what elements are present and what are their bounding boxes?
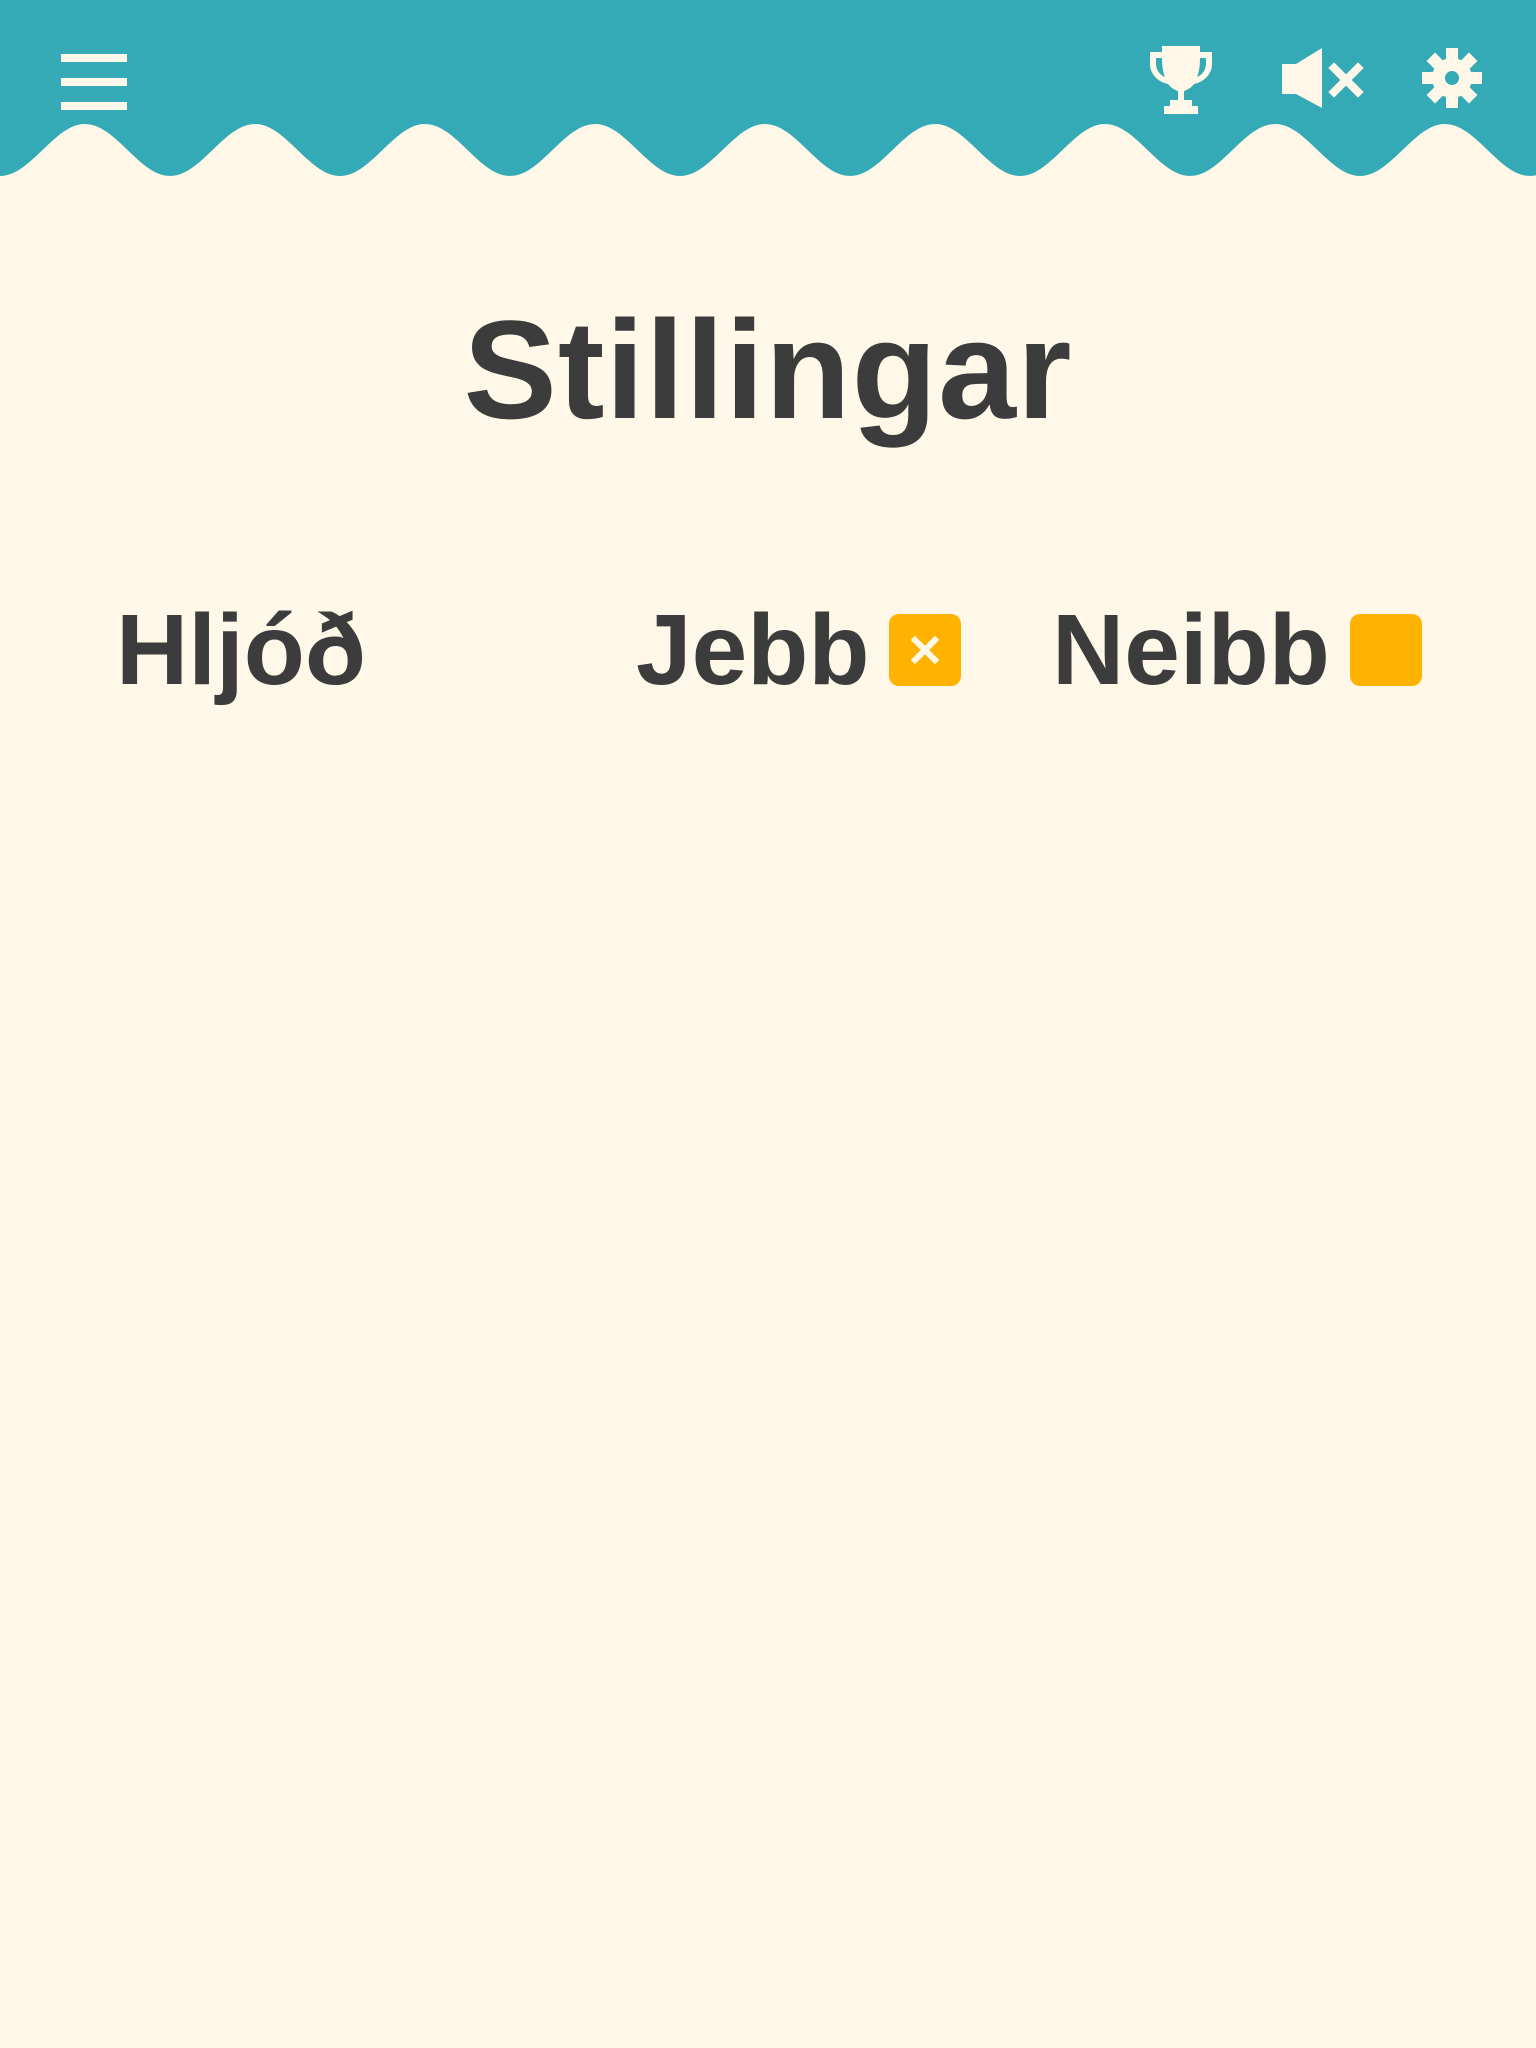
sound-setting-label: Hljóð xyxy=(116,594,366,706)
page-title: Stillingar xyxy=(463,291,1073,448)
sound-on-checkbox[interactable] xyxy=(889,614,962,686)
sound-off-label: Neibb xyxy=(1052,594,1330,706)
trophy-icon[interactable] xyxy=(1146,44,1216,118)
sound-off-checkbox[interactable] xyxy=(1349,614,1422,686)
sound-on-option[interactable]: Jebb xyxy=(636,590,962,710)
hamburger-menu-icon[interactable] xyxy=(56,48,132,116)
checked-x-icon xyxy=(911,635,940,665)
gear-icon[interactable] xyxy=(1420,46,1484,110)
settings-screen: Stillingar Hljóð Jebb Neibb xyxy=(0,0,1536,2048)
top-bar xyxy=(0,0,1536,176)
sound-off-option[interactable]: Neibb xyxy=(1052,590,1422,710)
sound-on-label: Jebb xyxy=(636,594,870,706)
sound-muted-icon[interactable] xyxy=(1280,46,1370,110)
sound-setting-row: Hljóð Jebb Neibb xyxy=(0,590,1536,710)
